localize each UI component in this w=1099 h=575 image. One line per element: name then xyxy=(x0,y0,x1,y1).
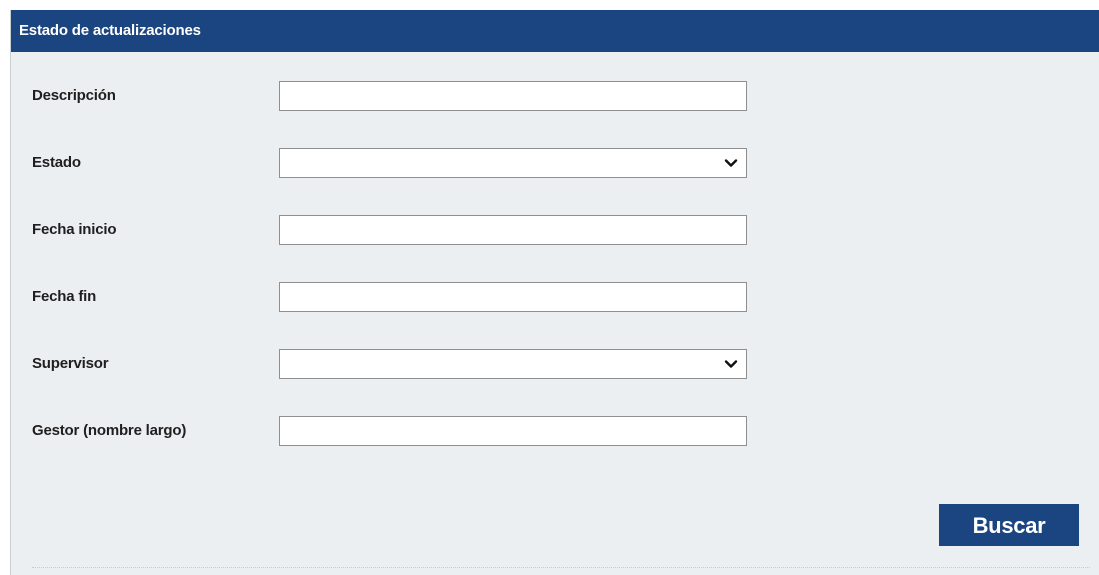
form-row-estado: Estado xyxy=(11,147,771,179)
supervisor-select[interactable] xyxy=(279,349,747,379)
fecha-fin-label: Fecha fin xyxy=(32,288,97,305)
form-row-fecha-inicio: Fecha inicio xyxy=(11,214,771,246)
gestor-input[interactable] xyxy=(279,416,747,446)
form-row-gestor: Gestor (nombre largo) xyxy=(11,415,771,447)
fecha-inicio-label: Fecha inicio xyxy=(32,221,117,238)
chevron-down-icon xyxy=(724,159,738,167)
fecha-inicio-input[interactable] xyxy=(279,215,747,245)
bottom-divider xyxy=(32,567,1090,568)
estado-label: Estado xyxy=(32,154,81,171)
fecha-fin-input[interactable] xyxy=(279,282,747,312)
descripcion-label: Descripción xyxy=(32,87,116,104)
form-row-fecha-fin: Fecha fin xyxy=(11,281,771,313)
descripcion-input[interactable] xyxy=(279,81,747,111)
panel-title: Estado de actualizaciones xyxy=(11,10,1099,52)
form-row-supervisor: Supervisor xyxy=(11,348,771,380)
search-button[interactable]: Buscar xyxy=(939,504,1079,546)
form-row-descripcion: Descripción xyxy=(11,80,771,112)
gestor-label: Gestor (nombre largo) xyxy=(32,422,187,439)
chevron-down-icon xyxy=(724,360,738,368)
supervisor-label: Supervisor xyxy=(32,355,109,372)
search-panel: Estado de actualizaciones Descripción Es… xyxy=(10,10,1099,575)
estado-select[interactable] xyxy=(279,148,747,178)
